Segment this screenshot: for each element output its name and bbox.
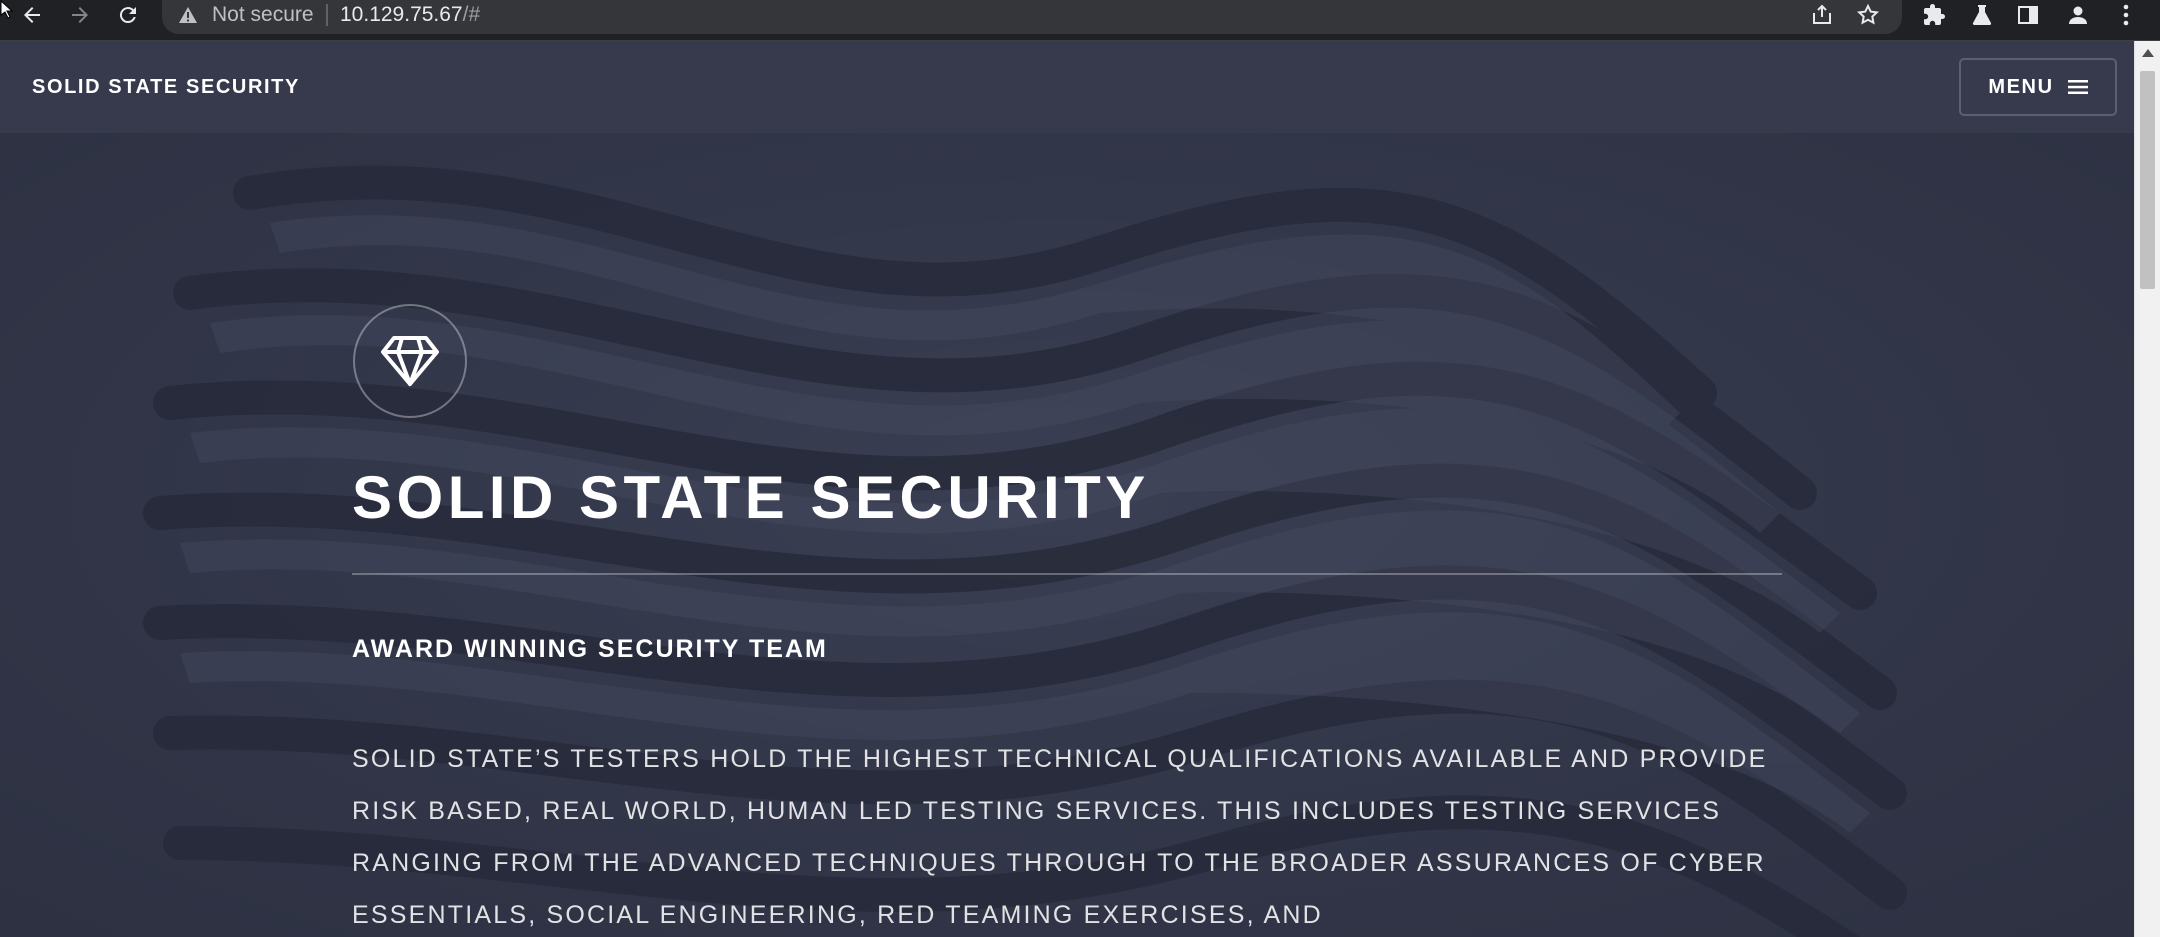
hamburger-icon [2067,80,2088,94]
scroll-up-arrow-icon[interactable] [2142,49,2154,57]
puzzle-icon [1924,4,1945,25]
site-header: SOLID STATE SECURITY MENU [0,41,2134,133]
profile-button[interactable] [2058,0,2098,30]
flask-icon [1972,5,1992,25]
hero-banner: SOLID STATE SECURITY AWARD WINNING SECUR… [0,133,2134,937]
url-text[interactable]: 10.129.75.67/# [340,3,480,27]
address-bar[interactable]: Not secure 10.129.75.67/# [162,0,1902,34]
share-icon [1813,4,1831,24]
url-host: 10.129.75.67 [340,3,463,26]
bookmark-button[interactable] [1848,0,1888,30]
warning-triangle-icon [178,6,198,29]
security-status-label[interactable]: Not secure [212,3,314,27]
page-scrollbar[interactable] [2134,41,2160,937]
hero-subtitle: AWARD WINNING SECURITY TEAM [352,635,828,663]
back-arrow-icon [24,7,40,23]
menu-label: MENU [1988,75,2054,98]
site-title-link[interactable]: SOLID STATE SECURITY [32,76,300,99]
diamond-icon [381,336,439,386]
scrollbar-thumb[interactable] [2140,71,2155,289]
back-button[interactable] [12,0,52,30]
forward-button[interactable] [60,0,100,30]
hero-title: SOLID STATE SECURITY [352,464,1150,531]
mouse-cursor-icon [0,0,14,19]
labs-button[interactable] [1962,0,2002,30]
browser-menu-button[interactable] [2106,0,2146,30]
hero-description: Solid State’s testers hold the highest t… [352,745,1768,929]
forward-arrow-icon [72,7,88,23]
reload-icon [119,7,136,24]
diamond-badge [353,304,467,418]
star-icon [1856,3,1880,25]
reload-button[interactable] [108,0,148,30]
browser-toolbar: Not secure 10.129.75.67/# [0,0,2160,41]
share-button[interactable] [1802,0,1842,30]
url-fragment: /# [462,3,481,26]
kebab-menu-icon [2123,4,2129,26]
person-icon [2069,6,2087,24]
menu-button[interactable]: MENU [1959,58,2117,116]
extensions-button[interactable] [1914,0,1954,30]
address-divider [326,4,328,26]
side-panel-button[interactable] [2008,0,2048,30]
side-panel-icon [2018,6,2038,24]
hero-divider [352,573,1782,575]
